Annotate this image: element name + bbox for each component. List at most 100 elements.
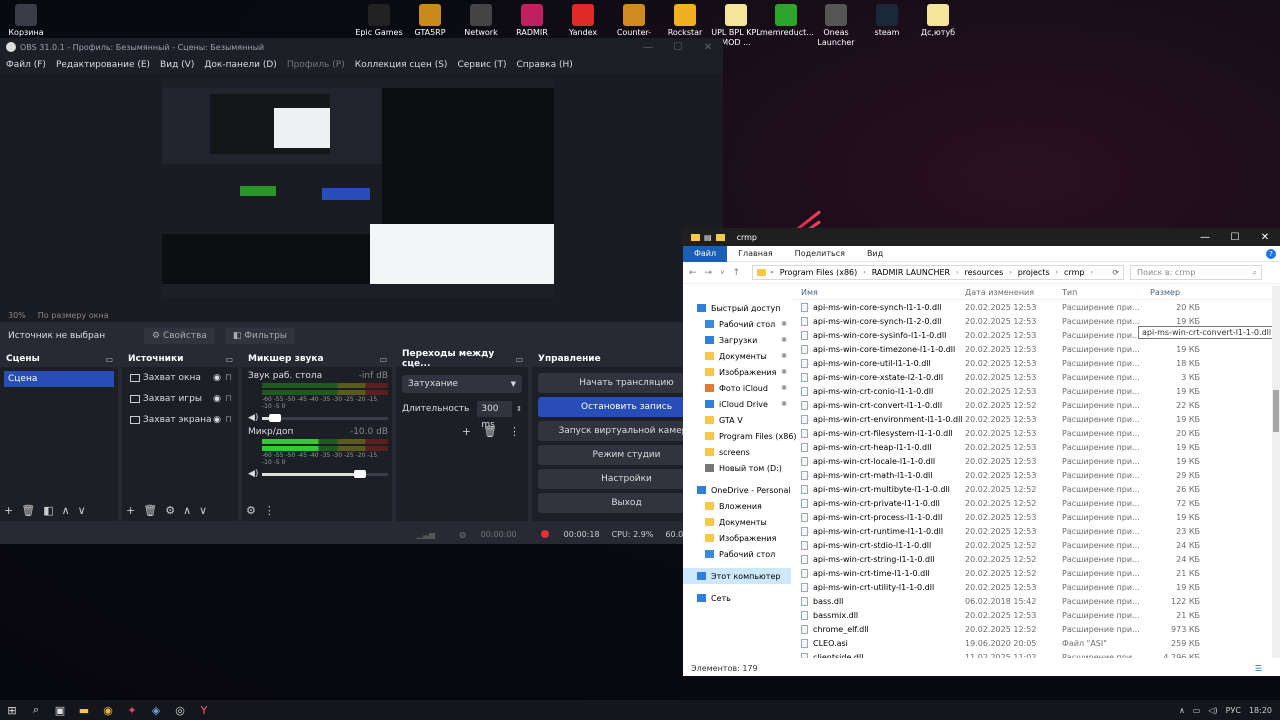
file-row[interactable]: api-ms-win-crt-stdio-l1-1-0.dll 20.02.202… (791, 538, 1272, 552)
properties-button[interactable]: ⚙ Свойства (144, 328, 215, 344)
column-name[interactable]: Имя (791, 288, 965, 297)
filters-button[interactable]: ◧ Фильтры (224, 328, 295, 344)
breadcrumb-segment[interactable]: RADMIR LAUNCHER (872, 268, 950, 277)
menu-item[interactable]: Сервис (T) (457, 60, 506, 70)
filter-icon[interactable]: ◧ (43, 504, 53, 517)
source-item[interactable]: Захват игры ◉ ⊓ (122, 388, 238, 409)
scene-item[interactable]: Сцена (4, 371, 114, 387)
desktop-icon[interactable]: Дс,ютуб (912, 4, 964, 38)
scrollbar[interactable] (1272, 286, 1280, 658)
gear-icon[interactable]: ⚙ (165, 504, 175, 517)
nav-item[interactable]: Документы ✱ (683, 348, 791, 364)
file-row[interactable]: api-ms-win-crt-runtime-l1-1-0.dll 20.02.2… (791, 524, 1272, 538)
arrow-down-icon[interactable]: ∨ (199, 504, 207, 517)
clock[interactable]: 18:20 (1249, 706, 1272, 715)
file-row[interactable]: clientside.dll 11.02.2025 11:02 Расширение… (791, 650, 1272, 658)
nav-item[interactable]: GTA V (683, 412, 791, 428)
chevron-right-icon[interactable]: › (1056, 269, 1058, 276)
undock-icon[interactable]: ▭ (379, 355, 387, 364)
source-item[interactable]: Захват экрана ◉ ⊓ (122, 409, 238, 430)
obs-icon[interactable]: ◎ (168, 704, 192, 717)
nav-item[interactable]: Новый том (D:) (683, 460, 791, 476)
breadcrumb-segment[interactable]: Program Files (x86) (780, 268, 858, 277)
file-row[interactable]: api-ms-win-core-synch-l1-1-0.dll 20.02.20… (791, 300, 1272, 314)
file-row[interactable]: bass.dll 06.02.2018 15:42 Расширение при..… (791, 594, 1272, 608)
undock-icon[interactable]: ▭ (515, 355, 523, 364)
lock-icon[interactable]: ⊓ (225, 415, 232, 425)
tab-view[interactable]: Вид (856, 246, 894, 262)
help-icon[interactable]: ? (1266, 248, 1276, 259)
chevron-right-icon[interactable]: › (956, 269, 958, 276)
file-row[interactable]: api-ms-win-core-xstate-l2-1-0.dll 20.02.2… (791, 370, 1272, 384)
start-icon[interactable]: ⊞ (0, 704, 24, 717)
chevron-right-icon[interactable]: › (863, 269, 865, 276)
chevron-right-icon[interactable]: › (1090, 269, 1092, 276)
nav-item[interactable]: Рабочий стол (683, 546, 791, 562)
close-button[interactable]: ✕ (1250, 232, 1280, 243)
file-row[interactable]: api-ms-win-crt-utility-l1-1-0.dll 20.02.2… (791, 580, 1272, 594)
desktop-icon[interactable]: GTA5RP (404, 4, 456, 38)
language[interactable]: РУС (1226, 706, 1241, 715)
trash-icon[interactable]: 🗑 (143, 504, 157, 517)
nav-item[interactable]: Вложения (683, 498, 791, 514)
maximize-button[interactable]: ☐ (663, 42, 693, 53)
file-row[interactable]: api-ms-win-crt-string-l1-1-0.dll 20.02.20… (791, 552, 1272, 566)
tab-share[interactable]: Поделиться (784, 246, 856, 262)
file-row[interactable]: api-ms-win-crt-environment-l1-1-0.dll 20.… (791, 412, 1272, 426)
column-type[interactable]: Тип (1062, 288, 1140, 297)
file-row[interactable]: api-ms-win-crt-conio-l1-1-0.dll 20.02.202… (791, 384, 1272, 398)
desktop-icon[interactable]: Yandex (557, 4, 609, 38)
menu-item[interactable]: Справка (H) (516, 60, 572, 70)
up-icon[interactable]: ↑ (733, 268, 741, 278)
nav-item[interactable]: iCloud Drive ✱ (683, 396, 791, 412)
nav-item[interactable]: Рабочий стол ✱ (683, 316, 791, 332)
network-icon[interactable]: ▭ (1193, 706, 1201, 715)
file-row[interactable]: api-ms-win-crt-private-l1-1-0.dll 20.02.2… (791, 496, 1272, 510)
new-folder-icon[interactable] (715, 233, 725, 241)
nav-item[interactable]: Фото iCloud ✱ (683, 380, 791, 396)
add-icon[interactable]: + (462, 425, 471, 438)
details-view-icon[interactable]: ☰ (1255, 664, 1262, 673)
desktop-icon[interactable]: steam (861, 4, 913, 38)
arrow-up-icon[interactable]: ∧ (183, 504, 191, 517)
desktop-icon[interactable]: Корзина (0, 4, 52, 38)
explorer-icon[interactable]: ▬ (72, 704, 96, 717)
undock-icon[interactable]: ▭ (225, 355, 233, 364)
lock-icon[interactable]: ⊓ (225, 373, 232, 383)
tab-home[interactable]: Главная (727, 246, 784, 262)
source-item[interactable]: Захват окна ◉ ⊓ (122, 367, 238, 388)
file-row[interactable]: api-ms-win-crt-heap-l1-1-0.dll 20.02.2025… (791, 440, 1272, 454)
trash-icon[interactable]: 🗑 (483, 425, 497, 438)
nav-item[interactable]: Этот компьютер (683, 568, 791, 584)
menu-item[interactable]: Док-панели (D) (204, 60, 276, 70)
nav-item[interactable]: Изображения (683, 530, 791, 546)
arrow-down-icon[interactable]: ∨ (78, 504, 86, 517)
preview-canvas[interactable] (162, 78, 554, 298)
file-row[interactable]: api-ms-win-crt-time-l1-1-0.dll 20.02.2025… (791, 566, 1272, 580)
duration-input[interactable]: 300 ms (477, 401, 513, 430)
yandex-icon[interactable]: Y (192, 704, 216, 717)
nav-item[interactable]: screens (683, 444, 791, 460)
scrollbar-thumb[interactable] (1273, 390, 1279, 432)
tray-chevron-icon[interactable]: ∧ (1179, 706, 1185, 715)
column-size[interactable]: Размер (1140, 288, 1200, 297)
desktop-icon[interactable]: Rockstar (659, 4, 711, 38)
chrome-icon[interactable]: ◉ (96, 704, 120, 717)
arrow-up-icon[interactable]: ∧ (62, 504, 70, 517)
search-input[interactable]: Поиск в: crmp ⌕ (1130, 265, 1263, 280)
steam-icon[interactable]: ◈ (144, 704, 168, 717)
file-row[interactable]: api-ms-win-crt-process-l1-1-0.dll 20.02.2… (791, 510, 1272, 524)
nav-item[interactable]: OneDrive - Personal (683, 482, 791, 498)
menu-item[interactable]: Файл (F) (6, 60, 46, 70)
menu-item[interactable]: Вид (V) (160, 60, 194, 70)
file-row[interactable]: api-ms-win-crt-filesystem-l1-1-0.dll 20.0… (791, 426, 1272, 440)
eye-icon[interactable]: ◉ (213, 415, 221, 425)
breadcrumb[interactable]: « Program Files (x86) › RADMIR LAUNCHER › res… (752, 265, 1125, 280)
breadcrumb-segment[interactable]: projects (1018, 268, 1050, 277)
eye-icon[interactable]: ◉ (213, 394, 221, 404)
tab-file[interactable]: Файл (683, 245, 728, 262)
search-icon[interactable]: ⌕ (24, 703, 48, 717)
file-row[interactable]: api-ms-win-core-util-l1-1-0.dll 20.02.202… (791, 356, 1272, 370)
file-row[interactable]: api-ms-win-crt-math-l1-1-0.dll 20.02.2025… (791, 468, 1272, 482)
eye-icon[interactable]: ◉ (213, 373, 221, 383)
